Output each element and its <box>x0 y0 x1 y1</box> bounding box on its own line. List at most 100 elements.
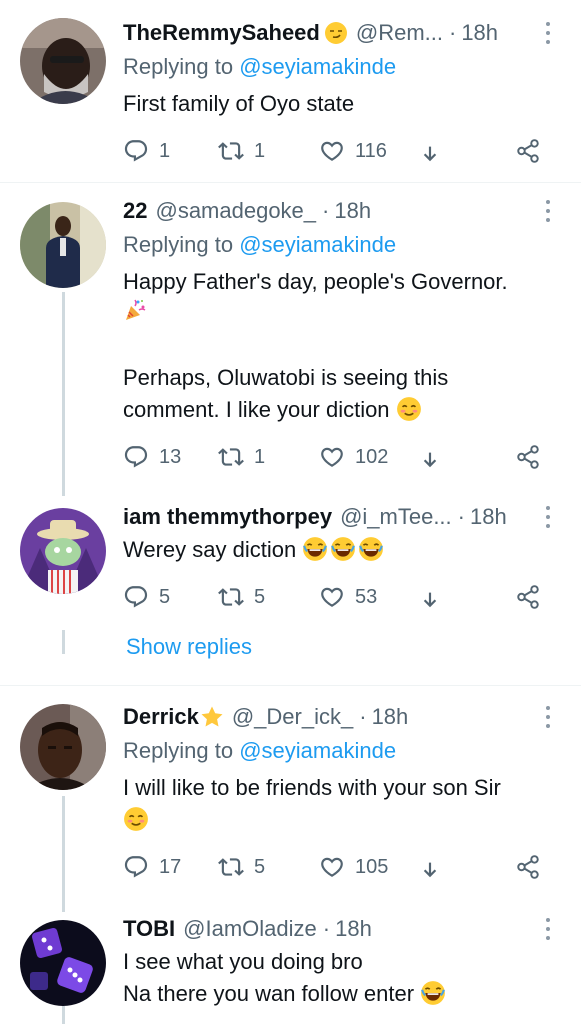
timestamp[interactable]: 18h <box>335 916 372 942</box>
timestamp[interactable]: 18h <box>334 198 371 224</box>
like-count: 53 <box>355 585 378 608</box>
separator-dot: · <box>359 704 367 729</box>
mention-link[interactable]: @seyiamakinde <box>239 232 396 257</box>
tweet-card[interactable]: 22 @samadegoke_ · 18h Replying to @seyia… <box>0 196 581 486</box>
display-name[interactable]: iam themmythorpey <box>123 504 332 530</box>
heart-icon <box>319 584 345 610</box>
download-button[interactable] <box>417 582 443 612</box>
share-icon <box>515 138 541 164</box>
display-name[interactable]: TheRemmySaheed <box>123 20 320 46</box>
reply-icon <box>123 444 149 470</box>
share-button[interactable] <box>515 442 541 472</box>
mention-link[interactable]: @seyiamakinde <box>239 54 396 79</box>
reply-icon <box>123 138 149 164</box>
more-options-icon[interactable] <box>545 22 551 44</box>
retweet-count: 5 <box>254 855 266 878</box>
retweet-count: 1 <box>254 445 266 468</box>
retweet-button[interactable]: 1 <box>218 136 265 166</box>
reply-button[interactable]: 5 <box>123 582 170 612</box>
tweet-text-line: Perhaps, Oluwatobi is seeing this <box>123 365 449 390</box>
separator-dot: · <box>322 916 331 941</box>
retweet-button[interactable]: 5 <box>218 852 265 882</box>
user-handle[interactable]: @i_mTee... <box>340 504 452 530</box>
laughing-emoji-icon <box>330 536 356 562</box>
user-handle[interactable]: @IamOladize <box>183 916 317 942</box>
user-handle[interactable]: @_Der_ick_ <box>232 704 353 730</box>
like-button[interactable]: 53 <box>319 582 377 612</box>
tweet-header: Derrick @_Der_ick_ · 18h <box>123 702 561 732</box>
more-options-icon[interactable] <box>545 506 551 528</box>
download-button[interactable] <box>417 852 443 882</box>
share-button[interactable] <box>515 136 541 166</box>
star-emoji-icon <box>200 705 224 729</box>
smiling-face-emoji-icon <box>123 806 149 832</box>
download-arrow-icon <box>417 854 443 880</box>
share-icon <box>515 854 541 880</box>
download-arrow-icon <box>417 138 443 164</box>
like-button[interactable]: 116 <box>319 136 387 166</box>
tweet-header: TheRemmySaheed @Rem... · 18h <box>123 18 561 48</box>
tweet-text: I will like to be friends with your son … <box>123 772 567 836</box>
timestamp[interactable]: 18h <box>461 20 498 46</box>
more-options-icon[interactable] <box>545 918 551 940</box>
avatar[interactable] <box>20 202 106 288</box>
heart-icon <box>319 854 345 880</box>
share-button[interactable] <box>515 852 541 882</box>
tweet-card[interactable]: TheRemmySaheed @Rem... · 18h Replying to… <box>0 0 581 182</box>
display-name[interactable]: Derrick <box>123 704 199 730</box>
retweet-count: 5 <box>254 585 266 608</box>
retweet-button[interactable]: 1 <box>218 442 265 472</box>
user-handle[interactable]: @Rem... <box>356 20 443 46</box>
separator-dot: · <box>322 198 330 223</box>
avatar[interactable] <box>20 18 106 104</box>
retweet-icon <box>218 584 244 610</box>
laughing-emoji-icon <box>358 536 384 562</box>
avatar[interactable] <box>20 704 106 790</box>
tweet-header: TOBI @IamOladize · 18h <box>123 914 561 944</box>
tweet-card[interactable]: TOBI @IamOladize · 18h I see what you do… <box>0 914 581 1024</box>
timestamp[interactable]: 18h <box>372 704 409 730</box>
download-button[interactable] <box>417 136 443 166</box>
party-popper-emoji-icon <box>123 298 147 322</box>
reply-button[interactable]: 1 <box>123 136 170 166</box>
retweet-icon <box>218 854 244 880</box>
like-count: 102 <box>355 445 389 468</box>
replying-to: Replying to @seyiamakinde <box>123 54 396 80</box>
reply-count: 5 <box>159 585 171 608</box>
separator-dot: · <box>448 20 457 45</box>
tweet-actions: 13 1 102 <box>123 442 553 472</box>
laughing-emoji-icon <box>302 536 328 562</box>
reply-icon <box>123 584 149 610</box>
tweet-text-line: comment. I like your diction <box>123 397 390 422</box>
separator-dot: · <box>457 504 465 529</box>
divider <box>0 685 581 686</box>
like-button[interactable]: 105 <box>319 852 388 882</box>
avatar[interactable] <box>20 920 106 1006</box>
reply-count: 1 <box>159 139 171 162</box>
tweet-card[interactable]: Derrick @_Der_ick_ · 18h Replying to @se… <box>0 702 581 902</box>
more-options-icon[interactable] <box>545 706 551 728</box>
like-button[interactable]: 102 <box>319 442 388 472</box>
share-button[interactable] <box>515 582 541 612</box>
reply-button[interactable]: 17 <box>123 852 181 882</box>
show-replies-link[interactable]: Show replies <box>126 634 252 660</box>
tweet-text: First family of Oyo state <box>123 91 355 116</box>
avatar[interactable] <box>20 508 106 594</box>
timestamp[interactable]: 18h <box>470 504 507 530</box>
tweet-card[interactable]: iam themmythorpey @i_mTee... · 18h Werey… <box>0 502 581 632</box>
reply-button[interactable]: 13 <box>123 442 181 472</box>
thread-line <box>62 630 65 654</box>
replying-to: Replying to @seyiamakinde <box>123 232 396 258</box>
display-name[interactable]: 22 <box>123 198 147 224</box>
display-name[interactable]: TOBI <box>123 916 175 942</box>
user-handle[interactable]: @samadegoke_ <box>155 198 316 224</box>
reply-count: 17 <box>159 855 182 878</box>
mention-link[interactable]: @seyiamakinde <box>239 738 396 763</box>
more-options-icon[interactable] <box>545 200 551 222</box>
like-count: 116 <box>355 139 387 162</box>
retweet-button[interactable]: 5 <box>218 582 265 612</box>
download-button[interactable] <box>417 442 443 472</box>
replying-to-label: Replying to <box>123 54 234 79</box>
divider <box>0 182 581 183</box>
tweet-text: Happy Father's day, people's Governor. P… <box>123 266 561 426</box>
